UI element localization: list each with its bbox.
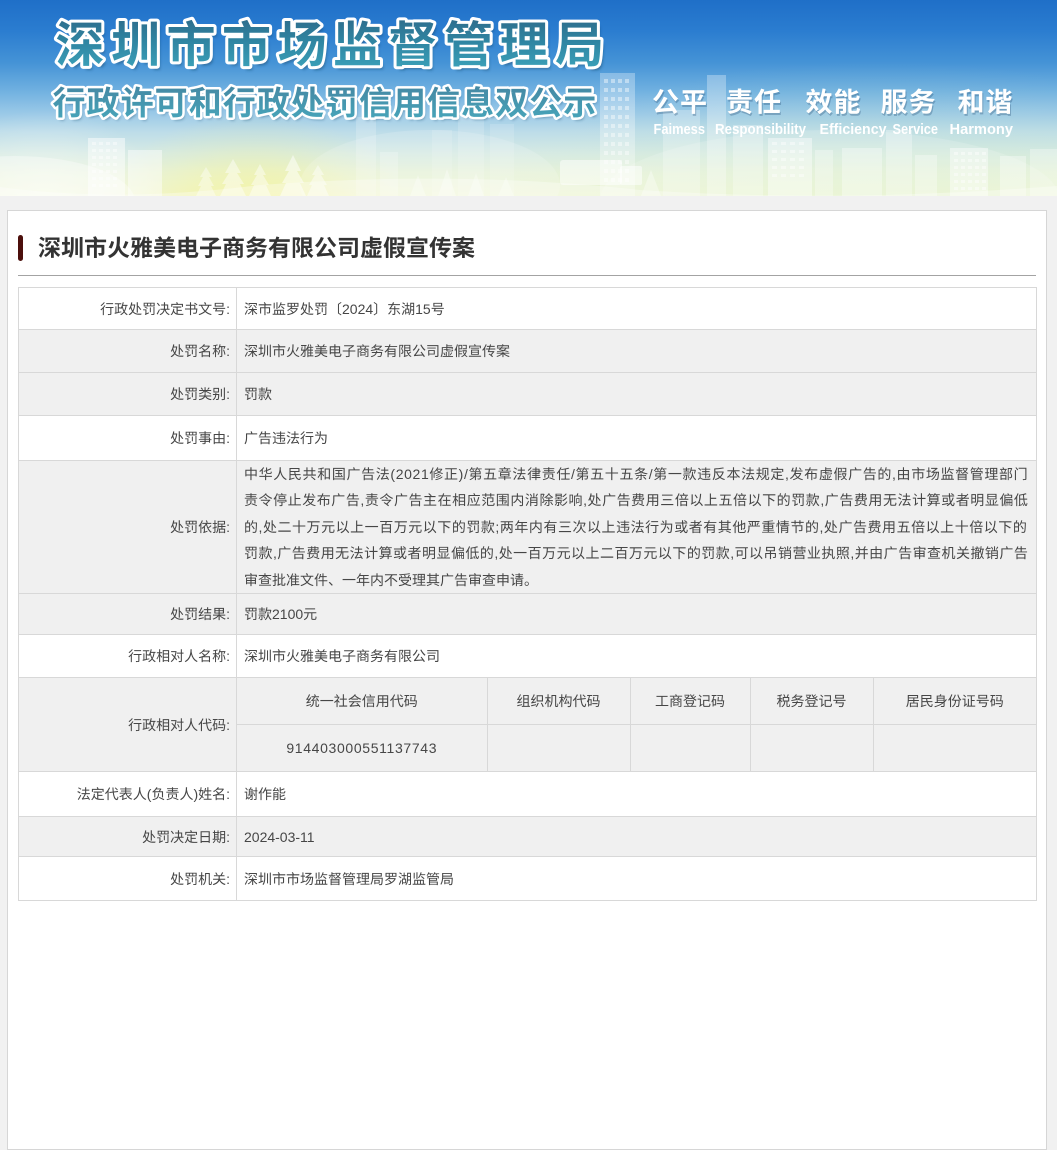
- svg-text:Efficiency: Efficiency: [820, 122, 887, 138]
- svg-text:服务: 服务: [881, 81, 936, 120]
- svg-text:Harmony: Harmony: [950, 122, 1014, 138]
- svg-text:效能: 效能: [806, 81, 861, 120]
- svg-text:Service: Service: [893, 122, 939, 138]
- svg-text:Responsibility: Responsibility: [715, 122, 806, 138]
- svg-text:深圳市市场监督管理局: 深圳市市场监督管理局: [56, 6, 611, 77]
- svg-text:责任: 责任: [726, 81, 781, 120]
- svg-text:行政许可和行政处罚信用信息双公示: 行政许可和行政处罚信用信息双公示: [53, 77, 598, 125]
- svg-text:和谐: 和谐: [958, 81, 1013, 120]
- svg-text:公平: 公平: [652, 81, 707, 120]
- svg-text:Faimess: Faimess: [654, 122, 706, 138]
